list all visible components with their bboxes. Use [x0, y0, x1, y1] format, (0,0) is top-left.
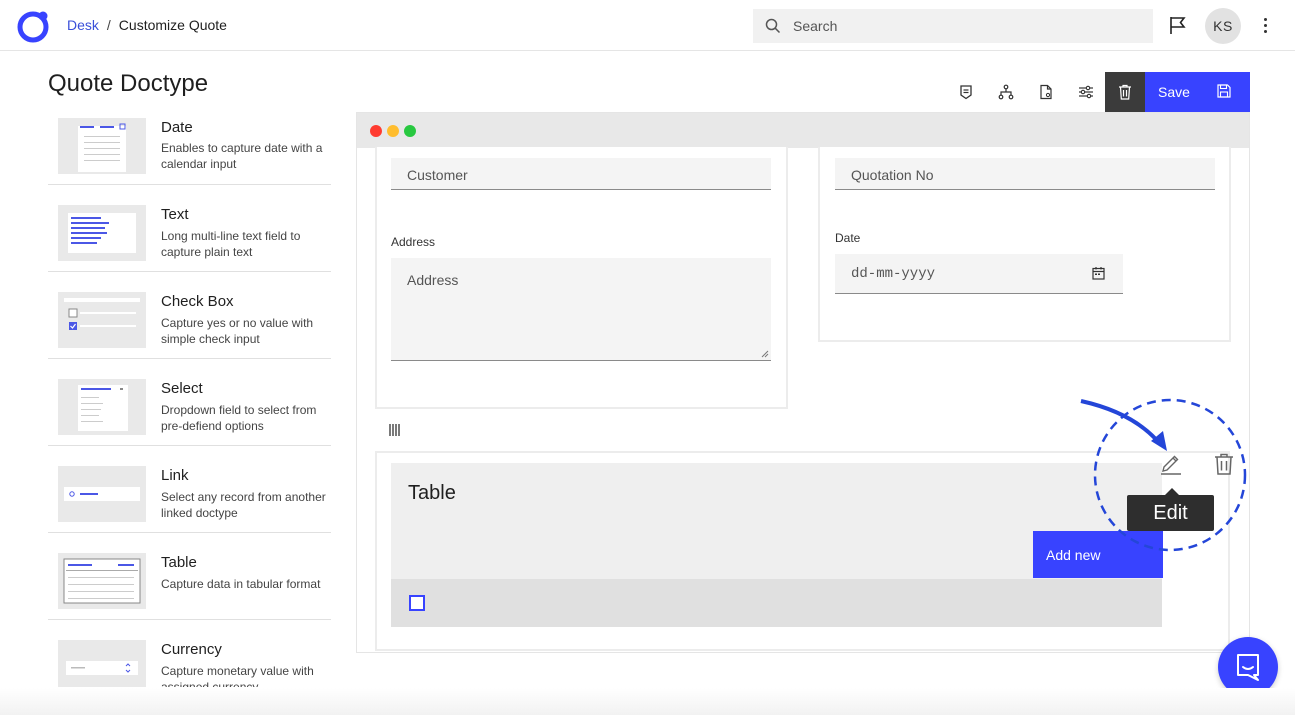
- sliders-icon[interactable]: [1066, 72, 1106, 112]
- table-title: Table: [408, 482, 456, 504]
- window-minimize-dot: [387, 125, 399, 137]
- link-field-thumbnail-icon: [58, 466, 146, 522]
- address-placeholder: Address: [407, 272, 459, 288]
- resize-handle-icon[interactable]: [761, 350, 769, 358]
- palette-item-desc: Capture yes or no value with simple chec…: [161, 316, 314, 346]
- app-logo-icon[interactable]: [16, 8, 52, 44]
- window-maximize-dot: [404, 125, 416, 137]
- flag-icon[interactable]: [1168, 15, 1188, 35]
- hierarchy-icon[interactable]: [986, 72, 1026, 112]
- edit-tooltip: Edit: [1127, 488, 1214, 531]
- breadcrumb: Desk / Customize Quote: [67, 17, 227, 33]
- row-checkbox[interactable]: [409, 595, 425, 611]
- more-menu-icon[interactable]: [1258, 17, 1272, 35]
- table-row: [391, 579, 1162, 627]
- save-button-label: Save: [1158, 84, 1190, 100]
- palette-item-desc: Long multi-line text field to capture pl…: [161, 229, 301, 259]
- edit-pencil-icon[interactable]: [1159, 452, 1183, 476]
- palette-item-checkbox[interactable]: Check Box Capture yes or no value with s…: [48, 272, 331, 359]
- palette-item-name: Text: [161, 206, 189, 223]
- checkbox-field-thumbnail-icon: [58, 292, 146, 348]
- palette-item-table[interactable]: Table Capture data in tabular format: [48, 533, 331, 620]
- search-input[interactable]: [793, 9, 1133, 43]
- address-label: Address: [391, 235, 436, 249]
- badge-icon[interactable]: [946, 72, 986, 112]
- field-palette: Date Enables to capture date with a cale…: [48, 112, 331, 687]
- palette-item-desc: Enables to capture date with a calendar …: [161, 141, 323, 171]
- date-placeholder: dd-mm-yyyy: [851, 266, 936, 282]
- breadcrumb-current: Customize Quote: [118, 17, 227, 33]
- page-title: Quote Doctype: [48, 70, 209, 97]
- date-label: Date: [835, 231, 861, 245]
- bottom-scroll-shadow: [0, 688, 1295, 715]
- breadcrumb-separator: /: [106, 17, 111, 33]
- address-textarea[interactable]: Address: [391, 258, 771, 361]
- chat-icon: [1237, 654, 1259, 681]
- table-field-thumbnail-icon: [58, 553, 146, 609]
- palette-item-name: Currency: [161, 641, 222, 658]
- breadcrumb-desk-link[interactable]: Desk: [67, 17, 99, 33]
- currency-field-thumbnail-icon: [58, 640, 146, 687]
- customer-placeholder: Customer: [407, 167, 468, 183]
- palette-item-desc: Capture data in tabular format: [161, 577, 321, 591]
- palette-item-name: Table: [161, 554, 197, 571]
- palette-item-name: Link: [161, 467, 189, 484]
- search-icon: [765, 18, 781, 34]
- trash-icon: [1119, 84, 1131, 100]
- document-settings-icon[interactable]: [1026, 72, 1066, 112]
- palette-item-name: Check Box: [161, 293, 234, 310]
- palette-item-desc: Select any record from another linked do…: [161, 490, 326, 520]
- delete-section-icon[interactable]: [1213, 452, 1235, 476]
- customer-field[interactable]: Customer: [391, 158, 771, 190]
- palette-item-date[interactable]: Date Enables to capture date with a cale…: [48, 112, 331, 185]
- avatar[interactable]: KS: [1205, 8, 1241, 44]
- floppy-disk-icon: [1217, 84, 1231, 98]
- calendar-icon[interactable]: [1092, 266, 1105, 280]
- palette-item-name: Select: [161, 380, 203, 397]
- palette-item-currency[interactable]: Currency Capture monetary value with ass…: [48, 620, 331, 687]
- select-field-thumbnail-icon: [58, 379, 146, 435]
- add-new-button[interactable]: Add new: [1033, 531, 1163, 578]
- search-box[interactable]: [753, 9, 1153, 43]
- window-titlebar: [357, 113, 1249, 148]
- quotation-placeholder: Quotation No: [851, 167, 934, 183]
- palette-item-desc: Capture monetary value with assigned cur…: [161, 664, 314, 687]
- date-field-thumbnail-icon: [58, 118, 146, 174]
- palette-item-desc: Dropdown field to select from pre-defien…: [161, 403, 317, 433]
- save-button[interactable]: Save: [1145, 72, 1250, 112]
- drag-handle-icon[interactable]: [388, 424, 400, 436]
- quotation-no-field[interactable]: Quotation No: [835, 158, 1215, 190]
- palette-item-name: Date: [161, 119, 193, 136]
- palette-item-select[interactable]: Select Dropdown field to select from pre…: [48, 359, 331, 446]
- date-input[interactable]: dd-mm-yyyy: [835, 254, 1123, 294]
- add-new-label: Add new: [1046, 547, 1101, 563]
- text-field-thumbnail-icon: [58, 205, 146, 261]
- window-close-dot: [370, 125, 382, 137]
- palette-item-text[interactable]: Text Long multi-line text field to captu…: [48, 185, 331, 272]
- delete-button[interactable]: [1105, 72, 1145, 112]
- top-bar: Desk / Customize Quote KS: [0, 0, 1295, 51]
- palette-item-link[interactable]: Link Select any record from another link…: [48, 446, 331, 533]
